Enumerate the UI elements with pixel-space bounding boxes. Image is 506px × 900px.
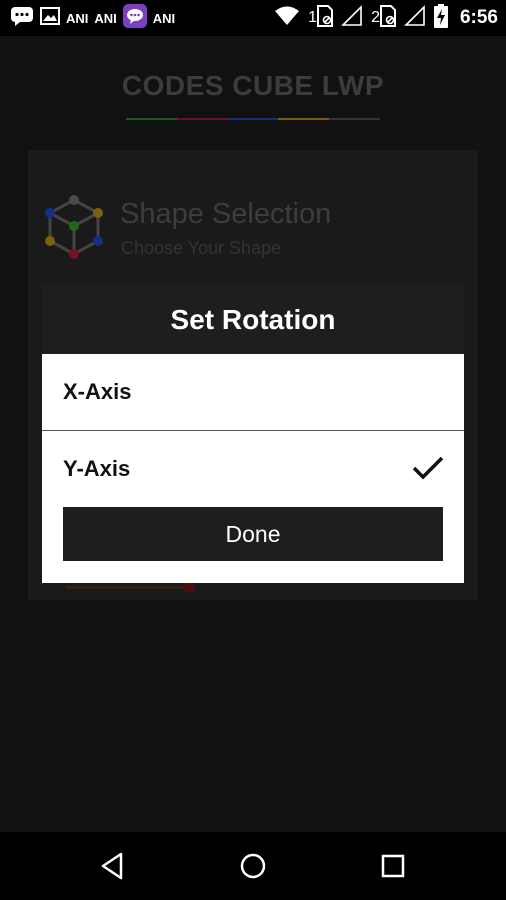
underline-segment	[329, 118, 380, 120]
underline-segment	[126, 118, 177, 120]
title-underline	[126, 118, 380, 120]
wifi-icon	[274, 6, 300, 31]
checkmark-icon	[412, 455, 444, 481]
battery-charging-icon	[433, 3, 448, 33]
system-icons: 1 2 6:56	[274, 3, 498, 33]
underline-segment	[278, 118, 330, 120]
image-icon	[40, 6, 60, 31]
card-title: Shape Selection	[120, 198, 332, 230]
signal-icon	[404, 4, 426, 32]
done-button[interactable]: Done	[63, 507, 443, 561]
option-x-axis[interactable]: X-Axis	[42, 354, 464, 430]
dialog-title: Set Rotation	[170, 303, 336, 335]
underline-segment	[227, 118, 279, 120]
notification-label: ANI	[94, 10, 117, 26]
notification-label: ANI	[152, 10, 176, 26]
sim2-label: 2	[371, 9, 380, 26]
sim1-label: 1	[308, 9, 318, 26]
home-icon[interactable]	[237, 850, 269, 882]
sim-card-icon	[317, 4, 334, 32]
option-label: X-Axis	[63, 379, 132, 404]
notification-icons: ANI ANI ANI	[10, 3, 176, 33]
underline-segment	[176, 118, 228, 120]
dialog-header: Set Rotation	[42, 285, 464, 354]
slider-track[interactable]	[66, 586, 190, 589]
chat-bubble-icon	[10, 6, 34, 31]
status-bar: ANI ANI ANI 1 2 6:56	[0, 0, 506, 36]
card-subtitle: Choose Your Shape	[121, 238, 282, 258]
back-icon[interactable]	[97, 850, 129, 882]
notification-label: ANI	[66, 10, 89, 26]
option-y-axis[interactable]: Y-Axis	[42, 431, 464, 507]
set-rotation-dialog: Set Rotation X-Axis Y-Axis Done	[42, 285, 464, 583]
messenger-icon	[122, 3, 147, 33]
clock: 6:56	[459, 7, 498, 28]
sim-card-icon	[379, 4, 396, 32]
navigation-bar	[0, 832, 506, 900]
recents-icon[interactable]	[377, 850, 409, 882]
option-label: Y-Axis	[63, 456, 131, 481]
app-title: CODES CUBE LWP	[121, 70, 385, 101]
signal-icon	[341, 4, 363, 32]
cube-icon	[44, 194, 104, 264]
